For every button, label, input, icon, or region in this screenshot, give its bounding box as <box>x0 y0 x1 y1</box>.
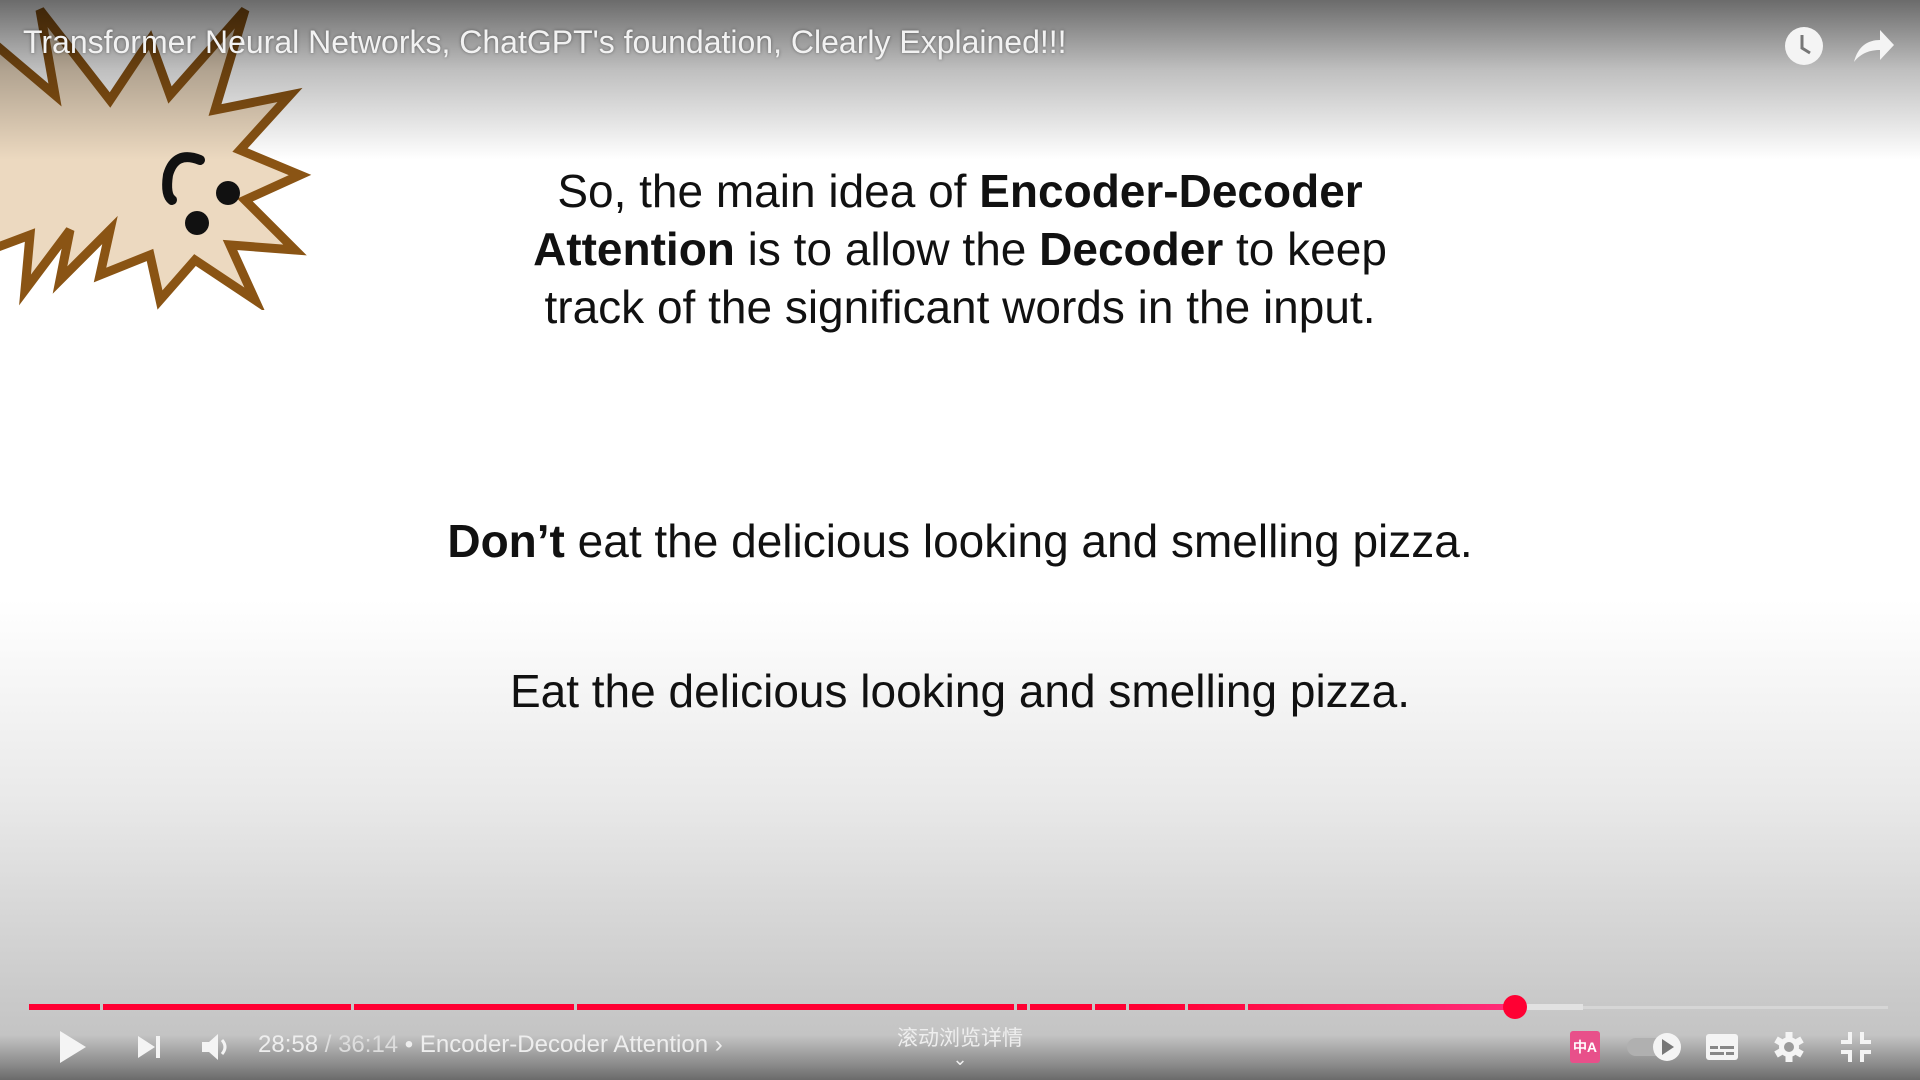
chapter-gap <box>1092 1004 1096 1010</box>
clock-icon[interactable] <box>1782 24 1826 68</box>
slide-line-2: Attention is to allow the Decoder to kee… <box>533 223 1387 275</box>
chapter-gap <box>573 1004 577 1010</box>
chapter-gap <box>99 1004 103 1010</box>
share-icon[interactable] <box>1852 24 1896 68</box>
progress-bar[interactable] <box>29 995 1888 1019</box>
chapter-gap <box>1014 1004 1018 1010</box>
chapter-gap <box>1185 1004 1189 1010</box>
progress-played <box>29 1004 1516 1010</box>
chapter-gap <box>1027 1004 1031 1010</box>
subtitles-icon[interactable] <box>1705 1028 1739 1066</box>
exit-fullscreen-icon[interactable] <box>1840 1028 1872 1066</box>
video-title[interactable]: Transformer Neural Networks, ChatGPT's f… <box>23 24 1067 61</box>
autoplay-toggle[interactable] <box>1625 1028 1685 1066</box>
translate-icon[interactable]: 中A <box>1570 1031 1600 1063</box>
chapter-gap <box>1244 1004 1248 1010</box>
sentence-eat: Eat the delicious looking and smelling p… <box>509 665 1411 717</box>
chapter-gap <box>350 1004 354 1010</box>
sentence-dont-eat: Don’t eat the delicious looking and smel… <box>447 515 1473 567</box>
slide-line-1: So, the main idea of Encoder-Decoder <box>557 165 1363 217</box>
chapter-gap <box>1125 1004 1129 1010</box>
settings-icon[interactable] <box>1773 1028 1805 1066</box>
slide-line-3: track of the significant words in the in… <box>544 281 1376 333</box>
